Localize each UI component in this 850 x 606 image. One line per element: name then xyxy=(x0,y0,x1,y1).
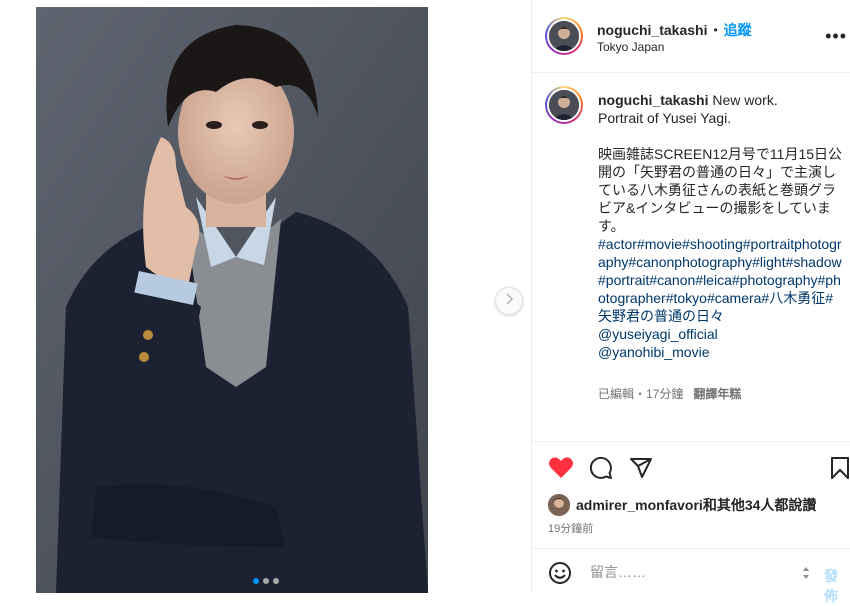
caption-text: noguchi_takashi New work. Portrait of Yu… xyxy=(598,91,843,361)
comment-box: 發佈 xyxy=(532,548,850,604)
bookmark-icon[interactable] xyxy=(830,456,850,485)
caption-username[interactable]: noguchi_takashi xyxy=(598,92,708,108)
edited-time: 已編輯・17分鐘 xyxy=(598,387,684,401)
caption-meta: 已編輯・17分鐘 翻譯年糕 xyxy=(598,385,741,402)
post-sidebar: noguchi_takashi • 追蹤 Tokyo Japan ••• nog… xyxy=(531,0,850,604)
caption-hashtags[interactable]: #actor#movie#shooting#portraitphotograph… xyxy=(598,236,842,324)
liker-username[interactable]: admirer_monfavori xyxy=(576,497,703,513)
share-icon[interactable] xyxy=(629,456,653,485)
author-avatar[interactable] xyxy=(545,17,583,55)
resize-icon xyxy=(802,565,810,586)
chevron-right-icon xyxy=(504,292,514,310)
caption-avatar[interactable] xyxy=(545,86,583,124)
mention-link[interactable]: @yuseiyagi_official xyxy=(598,326,718,342)
post-caption: noguchi_takashi New work. Portrait of Yu… xyxy=(532,73,850,442)
post-photo xyxy=(36,7,428,593)
liker-avatar[interactable] xyxy=(548,494,570,516)
post-time[interactable]: 19分鐘前 xyxy=(548,520,593,536)
follow-button[interactable]: 追蹤 xyxy=(724,20,752,40)
post-media xyxy=(0,0,531,593)
carousel-dot xyxy=(262,578,269,584)
more-icon[interactable]: ••• xyxy=(825,26,847,47)
mention-link[interactable]: @yanohibi_movie xyxy=(598,344,710,360)
caption-body: New work. Portrait of Yusei Yagi. 映画雑誌SC… xyxy=(598,92,843,234)
comment-icon[interactable] xyxy=(589,456,613,485)
action-bar xyxy=(532,442,850,492)
translate-link[interactable]: 翻譯年糕 xyxy=(693,387,741,401)
carousel-dot xyxy=(252,578,259,584)
carousel-indicator xyxy=(0,578,531,584)
post-comment-button[interactable]: 發佈 xyxy=(824,566,850,606)
comment-input[interactable] xyxy=(588,563,792,581)
likes-count[interactable]: 和其他34人都說讚 xyxy=(703,495,817,515)
post-location[interactable]: Tokyo Japan xyxy=(597,40,664,54)
carousel-dot xyxy=(272,578,279,584)
next-image-button[interactable] xyxy=(495,287,523,315)
post-header: noguchi_takashi • 追蹤 Tokyo Japan ••• xyxy=(532,0,850,73)
emoji-icon[interactable] xyxy=(548,561,572,590)
separator-dot: • xyxy=(713,23,718,37)
author-username[interactable]: noguchi_takashi xyxy=(597,22,707,38)
likes-summary: admirer_monfavori 和其他34人都說讚 xyxy=(548,494,816,516)
heart-icon[interactable] xyxy=(548,456,574,485)
